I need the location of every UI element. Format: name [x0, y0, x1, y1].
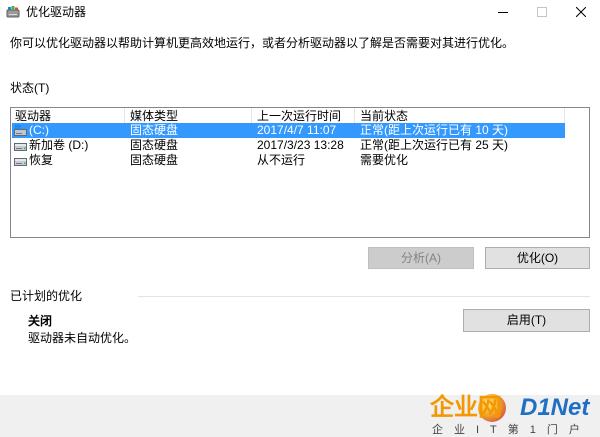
- drive-list[interactable]: 驱动器 媒体类型 上一次运行时间 当前状态 (C:) 固态硬盘 2017/4/7…: [10, 107, 590, 238]
- column-header-last-run[interactable]: 上一次运行时间: [252, 108, 355, 124]
- drive-cell: (C:): [12, 123, 125, 138]
- last-run-cell: 从不运行: [257, 153, 306, 167]
- minimize-icon: [497, 6, 508, 20]
- optimize-drives-icon: [6, 5, 20, 19]
- watermark-brand-en: D1Net: [520, 394, 590, 421]
- maximize-button[interactable]: [522, 0, 561, 25]
- watermark-brand-cn: 企业网: [430, 394, 502, 421]
- minimize-button[interactable]: [483, 0, 522, 25]
- last-run-cell: 2017/4/7 11:07: [257, 123, 337, 137]
- drive-name: (C:): [29, 123, 49, 137]
- current-status-cell: 需要优化: [360, 153, 409, 167]
- schedule-detail: 驱动器未自动优化。: [28, 331, 137, 345]
- drive-name: 恢复: [29, 153, 54, 167]
- drive-row-d[interactable]: 新加卷 (D:) 固态硬盘 2017/3/23 13:28 正常(距上次运行已有…: [12, 138, 565, 153]
- drive-list-header: 驱动器 媒体类型 上一次运行时间 当前状态: [11, 108, 589, 124]
- current-status-cell: 正常(距上次运行已有 25 天): [360, 138, 509, 152]
- media-type-cell: 固态硬盘: [130, 123, 179, 137]
- enable-schedule-button[interactable]: 启用(T): [463, 309, 590, 332]
- column-header-current-status[interactable]: 当前状态: [355, 108, 565, 124]
- title-bar: 优化驱动器: [0, 0, 600, 25]
- column-header-media-type[interactable]: 媒体类型: [125, 108, 252, 124]
- drive-row-recovery[interactable]: 恢复 固态硬盘 从不运行 需要优化: [12, 153, 565, 168]
- drive-cell: 恢复: [12, 153, 125, 168]
- drive-icon: [14, 140, 27, 151]
- media-type-cell: 固态硬盘: [130, 153, 179, 167]
- site-watermark: 企业网 D1Net 企业IT第1门户: [428, 391, 600, 437]
- watermark-slogan: 企业IT第1门户: [432, 424, 591, 436]
- media-type-cell: 固态硬盘: [130, 138, 179, 152]
- system-drive-icon: [14, 125, 27, 136]
- last-run-cell: 2017/3/23 13:28: [257, 138, 344, 152]
- current-status-cell: 正常(距上次运行已有 10 天): [360, 123, 509, 137]
- schedule-state: 关闭: [28, 314, 53, 328]
- section-divider: [138, 296, 590, 297]
- drive-row-c[interactable]: (C:) 固态硬盘 2017/4/7 11:07 正常(距上次运行已有 10 天…: [12, 123, 565, 138]
- window-title: 优化驱动器: [26, 5, 87, 19]
- close-icon: [575, 6, 586, 20]
- drive-icon: [14, 155, 27, 166]
- scheduled-optimization-label: 已计划的优化: [10, 289, 83, 303]
- close-button[interactable]: [561, 0, 600, 25]
- drive-name: 新加卷 (D:): [29, 138, 89, 152]
- analyze-button[interactable]: 分析(A): [368, 247, 474, 269]
- maximize-icon: [536, 6, 547, 20]
- drive-cell: 新加卷 (D:): [12, 138, 125, 153]
- optimize-button[interactable]: 优化(O): [485, 247, 590, 269]
- column-header-drive[interactable]: 驱动器: [11, 108, 125, 124]
- status-label: 状态(T): [10, 81, 50, 95]
- description-text: 你可以优化驱动器以帮助计算机更高效地运行，或者分析驱动器以了解是否需要对其进行优…: [10, 36, 515, 50]
